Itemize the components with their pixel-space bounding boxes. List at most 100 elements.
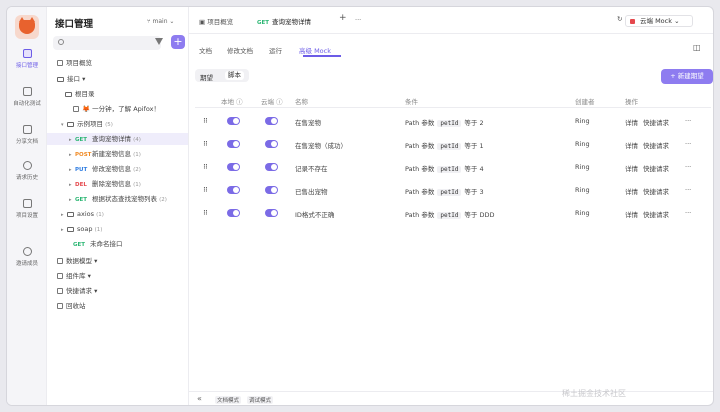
quick-request-link[interactable]: 快捷请求	[643, 140, 669, 150]
column-header-cloud: 云端 ⓘ	[261, 98, 283, 106]
new-expectation-button[interactable]: + 新建期望	[661, 69, 713, 84]
condition-cell: Path 参数 petId 等于 2	[405, 119, 484, 127]
apifox-logo[interactable]	[15, 15, 39, 39]
folder-icon	[57, 76, 64, 82]
collapse-sidebar-button[interactable]: «	[197, 394, 202, 403]
quick-request-link[interactable]: 快捷请求	[643, 209, 669, 219]
tree-item-overview[interactable]: 项目概览	[47, 57, 188, 69]
overview-icon: ▣	[199, 18, 208, 26]
folder-icon	[67, 121, 74, 127]
creator-cell: Ring	[575, 117, 590, 125]
subtab-edit-docs[interactable]: 修改文档	[227, 45, 253, 55]
tree-item-endpoint[interactable]: ▸ POST新建宠物信息 (1)	[47, 148, 188, 160]
more-actions-button[interactable]: ···	[685, 140, 691, 148]
details-link[interactable]: 详情	[625, 140, 638, 150]
tree-item-components[interactable]: 组件库 ▾	[47, 270, 188, 282]
local-toggle[interactable]	[227, 209, 240, 217]
quick-request-link[interactable]: 快捷请求	[643, 163, 669, 173]
cloud-toggle[interactable]	[265, 140, 278, 148]
local-toggle[interactable]	[227, 186, 240, 194]
local-toggle[interactable]	[227, 117, 240, 125]
details-link[interactable]: 详情	[625, 186, 638, 196]
details-link[interactable]: 详情	[625, 209, 638, 219]
branch-selector[interactable]: ⑂ main ⌄	[147, 18, 174, 25]
tree-item-root[interactable]: 根目录	[47, 88, 188, 100]
component-icon	[57, 273, 63, 279]
tree-item-endpoint[interactable]: ▸ DEL 删除宠物信息 (1)	[47, 178, 188, 190]
refresh-icon[interactable]: ↻	[617, 15, 622, 23]
tab-active-endpoint[interactable]: GET 查询宠物详情	[257, 16, 311, 26]
rail-item-invite[interactable]: 邀请成员	[7, 247, 47, 267]
help-icon: ⓘ	[276, 98, 283, 106]
api-tree-panel: 接口管理 ⑂ main ⌄ + 项目概览 接口 ▾ 根目录 🦊 一分钟，了解 A…	[47, 7, 189, 405]
creator-cell: Ring	[575, 140, 590, 148]
more-actions-button[interactable]: ···	[685, 186, 691, 194]
tab-more-button[interactable]: ···	[355, 16, 361, 24]
column-header-condition: 条件	[405, 98, 418, 106]
condition-cell: Path 参数 petId 等于 1	[405, 142, 484, 150]
cloud-toggle[interactable]	[265, 186, 278, 194]
tree-item-trash[interactable]: 回收站	[47, 300, 188, 312]
project-title[interactable]: 接口管理	[55, 16, 93, 30]
new-tab-button[interactable]: +	[339, 13, 347, 23]
debug-mode-button[interactable]: 调试模式	[247, 396, 274, 404]
subtab-run[interactable]: 运行	[269, 45, 282, 55]
tree-item-unnamed-endpoint[interactable]: GET 未命名接口	[47, 238, 188, 250]
quick-request-link[interactable]: 快捷请求	[643, 186, 669, 196]
tab-project-overview[interactable]: ▣ 项目概览	[199, 16, 233, 26]
table-row: ⠿ 记录不存在 Path 参数 petId 等于 4 Ring 详情 快捷请求 ··…	[195, 157, 711, 179]
tree-item-data-models[interactable]: 数据模型 ▾	[47, 255, 188, 267]
subtab-advanced-mock[interactable]: 高级 Mock	[299, 45, 331, 55]
search-input[interactable]	[53, 36, 161, 50]
tree-item-endpoint[interactable]: ▸ GET 查询宠物详情 (4)	[47, 133, 188, 145]
segment-expectations[interactable]: 期望	[200, 72, 213, 82]
tree-item-soap[interactable]: ▸ soap (1)	[47, 223, 188, 235]
environment-selector[interactable]: 云端 Mock ⌄	[625, 15, 693, 27]
drag-handle-icon[interactable]: ⠿	[203, 140, 208, 148]
watermark: 稀土掘金技术社区	[562, 389, 626, 398]
tree-item-sample-project[interactable]: ▾ 示例项目 (5)	[47, 118, 188, 130]
rail-item-api-management[interactable]: 接口管理	[7, 49, 47, 69]
tree-item-intro-doc[interactable]: 🦊 一分钟，了解 Apifox！	[47, 103, 188, 115]
tree-item-axios[interactable]: ▸ axios (1)	[47, 208, 188, 220]
environment-color-icon	[630, 19, 635, 24]
condition-cell: Path 参数 petId 等于 DDD	[405, 211, 495, 219]
search-icon	[58, 39, 64, 45]
table-row: ⠿ 在售宠物 Path 参数 petId 等于 2 Ring 详情 快捷请求 ···	[195, 111, 711, 133]
cloud-toggle[interactable]	[265, 163, 278, 171]
rail-item-share-docs[interactable]: 分享文档	[7, 125, 47, 145]
drag-handle-icon[interactable]: ⠿	[203, 117, 208, 125]
rail-item-settings[interactable]: 项目设置	[7, 199, 47, 219]
cloud-toggle[interactable]	[265, 117, 278, 125]
cloud-toggle[interactable]	[265, 209, 278, 217]
doc-icon	[73, 106, 79, 112]
tree-item-quick-requests[interactable]: 快捷请求 ▾	[47, 285, 188, 297]
condition-cell: Path 参数 petId 等于 4	[405, 165, 484, 173]
more-actions-button[interactable]: ···	[685, 163, 691, 171]
rail-item-automation[interactable]: 自动化测试	[7, 87, 47, 107]
trash-icon	[57, 303, 63, 309]
expect-script-segment: 期望 脚本	[195, 69, 249, 82]
left-rail: 接口管理 自动化测试 分享文档 请求历史 项目设置 邀请成员	[7, 7, 47, 405]
details-link[interactable]: 详情	[625, 117, 638, 127]
tree-item-apis[interactable]: 接口 ▾	[47, 73, 188, 85]
more-actions-button[interactable]: ···	[685, 209, 691, 217]
drag-handle-icon[interactable]: ⠿	[203, 209, 208, 217]
drag-handle-icon[interactable]: ⠿	[203, 186, 208, 194]
filter-icon[interactable]	[155, 38, 163, 45]
quick-request-link[interactable]: 快捷请求	[643, 117, 669, 127]
expectation-name: 记录不存在	[295, 165, 328, 173]
tree-item-endpoint[interactable]: ▸ PUT 修改宠物信息 (2)	[47, 163, 188, 175]
subtab-docs[interactable]: 文档	[199, 45, 212, 55]
tree-item-endpoint[interactable]: ▸ GET 根据状态查找宠物列表 (2)	[47, 193, 188, 205]
drag-handle-icon[interactable]: ⠿	[203, 163, 208, 171]
panel-toggle-icon[interactable]: ◫	[693, 43, 701, 52]
doc-mode-button[interactable]: 文档模式	[215, 396, 242, 404]
local-toggle[interactable]	[227, 140, 240, 148]
local-toggle[interactable]	[227, 163, 240, 171]
add-button[interactable]: +	[171, 35, 185, 49]
segment-scripts[interactable]: 脚本	[225, 71, 244, 80]
details-link[interactable]: 详情	[625, 163, 638, 173]
more-actions-button[interactable]: ···	[685, 117, 691, 125]
rail-item-history[interactable]: 请求历史	[7, 161, 47, 181]
